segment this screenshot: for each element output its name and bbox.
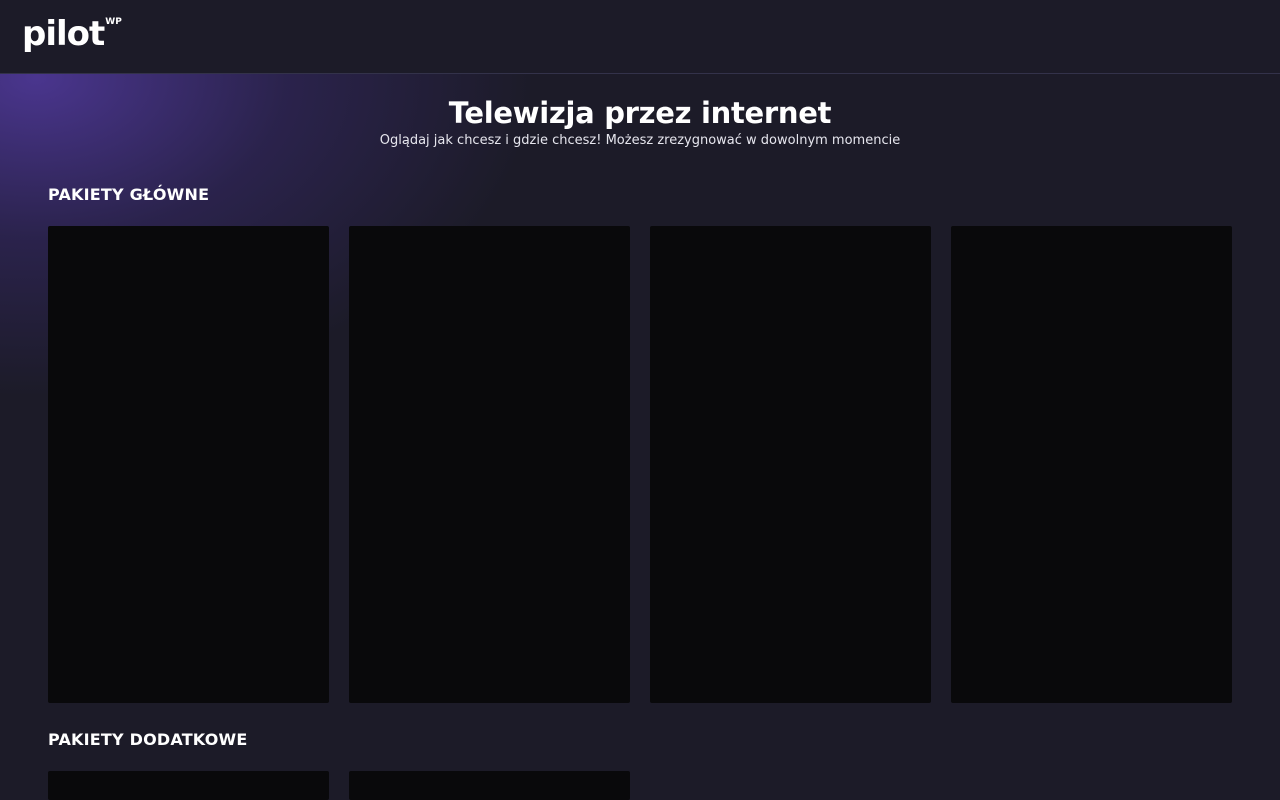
- package-card[interactable]: [48, 226, 329, 703]
- package-card[interactable]: [650, 226, 931, 703]
- section-title-extra-packages: PAKIETY DODATKOWE: [48, 730, 248, 749]
- addon-package-card[interactable]: [48, 771, 329, 800]
- top-bar: pilot WP: [0, 0, 1280, 74]
- logo-wp-mark: WP: [105, 17, 122, 27]
- pilot-logo[interactable]: pilot WP: [22, 14, 122, 58]
- section-title-main-packages: PAKIETY GŁÓWNE: [48, 185, 210, 204]
- logo-text: pilot: [22, 14, 105, 54]
- package-card[interactable]: [349, 226, 630, 703]
- addon-package-card[interactable]: [349, 771, 630, 800]
- main-packages-list: [48, 226, 1232, 703]
- page: pilot WP Telewizja przez internet Ogląda…: [0, 0, 1280, 800]
- hero: Telewizja przez internet Oglądaj jak chc…: [0, 95, 1280, 149]
- page-title: Telewizja przez internet: [448, 96, 832, 130]
- package-card[interactable]: [951, 226, 1232, 703]
- extra-packages-list: [48, 771, 630, 800]
- page-subtitle: Oglądaj jak chcesz i gdzie chcesz! Możes…: [379, 133, 901, 148]
